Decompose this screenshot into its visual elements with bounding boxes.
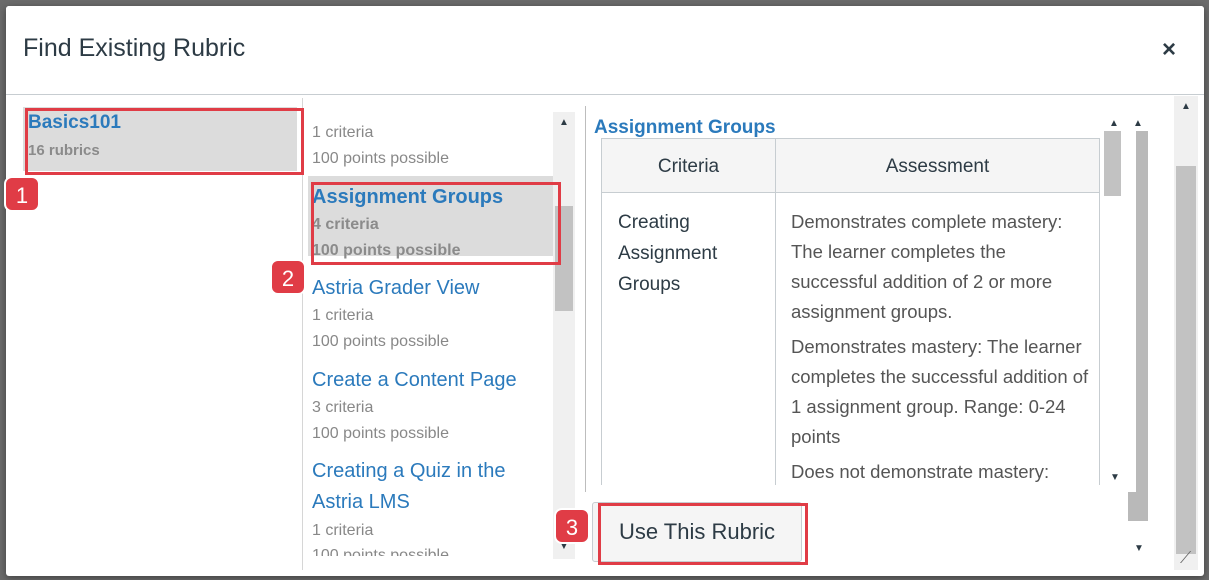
scroll-down-icon[interactable]: ▼ <box>1110 473 1120 483</box>
step-badge-2: 2 <box>270 259 306 295</box>
rubric-criteria-count: 1 criteria <box>312 307 374 324</box>
rubric-points: 100 points possible <box>312 425 449 442</box>
step-badge-1: 1 <box>4 176 40 212</box>
rubric-item-creating-quiz[interactable]: Creating a Quiz in the <box>312 460 505 483</box>
rubric-criteria-count: 3 criteria <box>312 399 374 416</box>
dialog-title: Find Existing Rubric <box>23 34 246 62</box>
scroll-up-icon[interactable]: ▲ <box>1109 119 1119 129</box>
dialog-scroll-thumb[interactable] <box>1176 166 1196 554</box>
header-criteria: Criteria <box>657 156 720 177</box>
rating-text: Demonstrates complete mastery: The learn… <box>791 211 1063 322</box>
rubric-list-scrollbar[interactable]: ▲ ▼ <box>553 112 575 559</box>
highlight-box-button <box>598 503 808 565</box>
assessment-ratings: Demonstrates complete mastery: The learn… <box>791 207 1091 485</box>
rubric-points: 100 points possible <box>312 333 449 350</box>
dialog-header: Find Existing Rubric × <box>6 6 1204 95</box>
rubric-list: 1 criteria 100 points possible Assignmen… <box>303 98 553 556</box>
criterion-name: Creating Assignment Groups <box>618 212 718 295</box>
rubric-preview-table: Criteria Assessment Creating Assignment … <box>601 138 1100 485</box>
step-badge-3: 3 <box>554 508 590 544</box>
table-column-divider <box>775 139 776 485</box>
close-icon[interactable]: × <box>1162 38 1176 62</box>
table-header-row: Criteria Assessment <box>602 139 1099 193</box>
rubric-criteria-count: 1 criteria <box>312 124 374 141</box>
header-assessment: Assessment <box>885 156 990 177</box>
preview-scroll-thumb[interactable] <box>1104 131 1121 196</box>
rubric-points: 100 points possible <box>312 150 449 167</box>
scroll-down-icon[interactable]: ▼ <box>1134 544 1144 554</box>
scroll-up-icon[interactable]: ▲ <box>1181 102 1191 112</box>
resize-grip-icon[interactable]: ⟋ <box>1180 550 1191 568</box>
rubric-item-create-content-page[interactable]: Create a Content Page <box>312 369 517 392</box>
highlight-box-group <box>25 108 304 175</box>
scroll-up-icon[interactable]: ▲ <box>1133 119 1143 129</box>
highlight-box-rubric <box>311 182 561 265</box>
rating-text: Demonstrates mastery: The learner comple… <box>791 336 1089 447</box>
column-divider <box>585 106 586 492</box>
preview-title: Assignment Groups <box>594 117 776 138</box>
rubric-criteria-count: 1 criteria <box>312 522 374 539</box>
rubric-item-creating-quiz-line2[interactable]: Astria LMS <box>312 491 410 514</box>
rubric-points: 100 points possible <box>312 547 449 556</box>
rating-text: Does not demonstrate mastery: <box>791 461 1050 482</box>
rubric-item-astria-grader-view[interactable]: Astria Grader View <box>312 277 479 300</box>
scroll-up-icon[interactable]: ▲ <box>559 118 569 128</box>
